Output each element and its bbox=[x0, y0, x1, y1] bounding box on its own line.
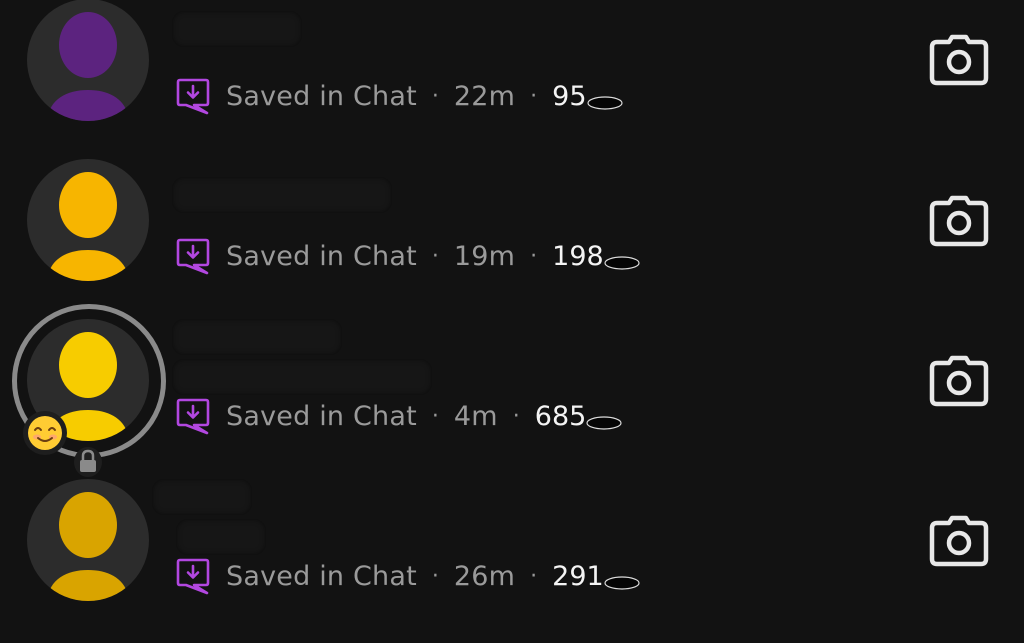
avatar[interactable] bbox=[27, 479, 149, 601]
contact-name-redacted bbox=[172, 11, 302, 47]
avatar[interactable] bbox=[27, 159, 149, 281]
hole-emoji-icon bbox=[604, 256, 640, 270]
hole-emoji-icon bbox=[586, 416, 622, 430]
contact-name-redacted bbox=[152, 479, 252, 515]
status-text: Saved in Chat bbox=[226, 560, 417, 592]
chat-row[interactable]: Saved in Chat · 19m · 198 bbox=[0, 159, 1024, 319]
chat-row[interactable]: Saved in Chat · 22m · 95 bbox=[0, 0, 1024, 159]
snap-score: 95 bbox=[552, 80, 587, 112]
hole-emoji-icon bbox=[586, 96, 623, 110]
status-text: Saved in Chat bbox=[226, 240, 417, 272]
separator: · bbox=[431, 403, 439, 429]
time-text: 22m bbox=[453, 80, 516, 112]
separator: · bbox=[512, 403, 520, 429]
time-text: 19m bbox=[453, 240, 516, 272]
lock-icon bbox=[74, 447, 102, 477]
avatar[interactable] bbox=[12, 304, 166, 477]
hole-emoji-icon bbox=[604, 576, 640, 590]
time-text: 4m bbox=[453, 400, 498, 432]
contact-name-redacted bbox=[176, 519, 266, 555]
bitmoji-silhouette-icon bbox=[47, 172, 129, 281]
chat-status-line: Saved in Chat · 19m · 198 bbox=[176, 236, 640, 276]
chat-list: Saved in Chat · 22m · 95 Saved in Chat ·… bbox=[0, 0, 1024, 643]
chat-status-line: Saved in Chat · 22m · 95 bbox=[176, 76, 623, 116]
separator: · bbox=[431, 83, 439, 109]
separator: · bbox=[530, 243, 538, 269]
chat-status-line: Saved in Chat · 4m · 685 bbox=[176, 396, 622, 436]
contact-name-redacted bbox=[172, 319, 342, 355]
smiling-face-emoji-icon bbox=[23, 411, 67, 455]
snap-score: 198 bbox=[552, 240, 604, 272]
chat-row[interactable]: Saved in Chat · 4m · 685 bbox=[0, 304, 1024, 479]
separator: · bbox=[431, 243, 439, 269]
camera-icon[interactable] bbox=[929, 195, 989, 247]
separator: · bbox=[530, 83, 538, 109]
saved-in-chat-icon bbox=[176, 78, 210, 115]
saved-in-chat-icon bbox=[176, 398, 210, 435]
camera-icon[interactable] bbox=[929, 34, 989, 86]
contact-name-redacted bbox=[172, 177, 392, 213]
saved-in-chat-icon bbox=[176, 558, 210, 595]
snap-score: 291 bbox=[552, 560, 604, 592]
bitmoji-silhouette-icon bbox=[47, 492, 129, 601]
camera-icon[interactable] bbox=[929, 355, 989, 407]
chat-row[interactable]: Saved in Chat · 26m · 291 bbox=[0, 479, 1024, 639]
saved-in-chat-icon bbox=[176, 238, 210, 275]
camera-icon[interactable] bbox=[929, 515, 989, 567]
time-text: 26m bbox=[453, 560, 516, 592]
separator: · bbox=[431, 563, 439, 589]
chat-status-line: Saved in Chat · 26m · 291 bbox=[176, 556, 640, 596]
separator: · bbox=[530, 563, 538, 589]
bitmoji-silhouette-icon bbox=[47, 12, 129, 121]
contact-name-redacted bbox=[172, 359, 432, 395]
avatar[interactable] bbox=[27, 0, 149, 121]
status-text: Saved in Chat bbox=[226, 400, 417, 432]
snap-score: 685 bbox=[534, 400, 587, 432]
status-text: Saved in Chat bbox=[226, 80, 417, 112]
